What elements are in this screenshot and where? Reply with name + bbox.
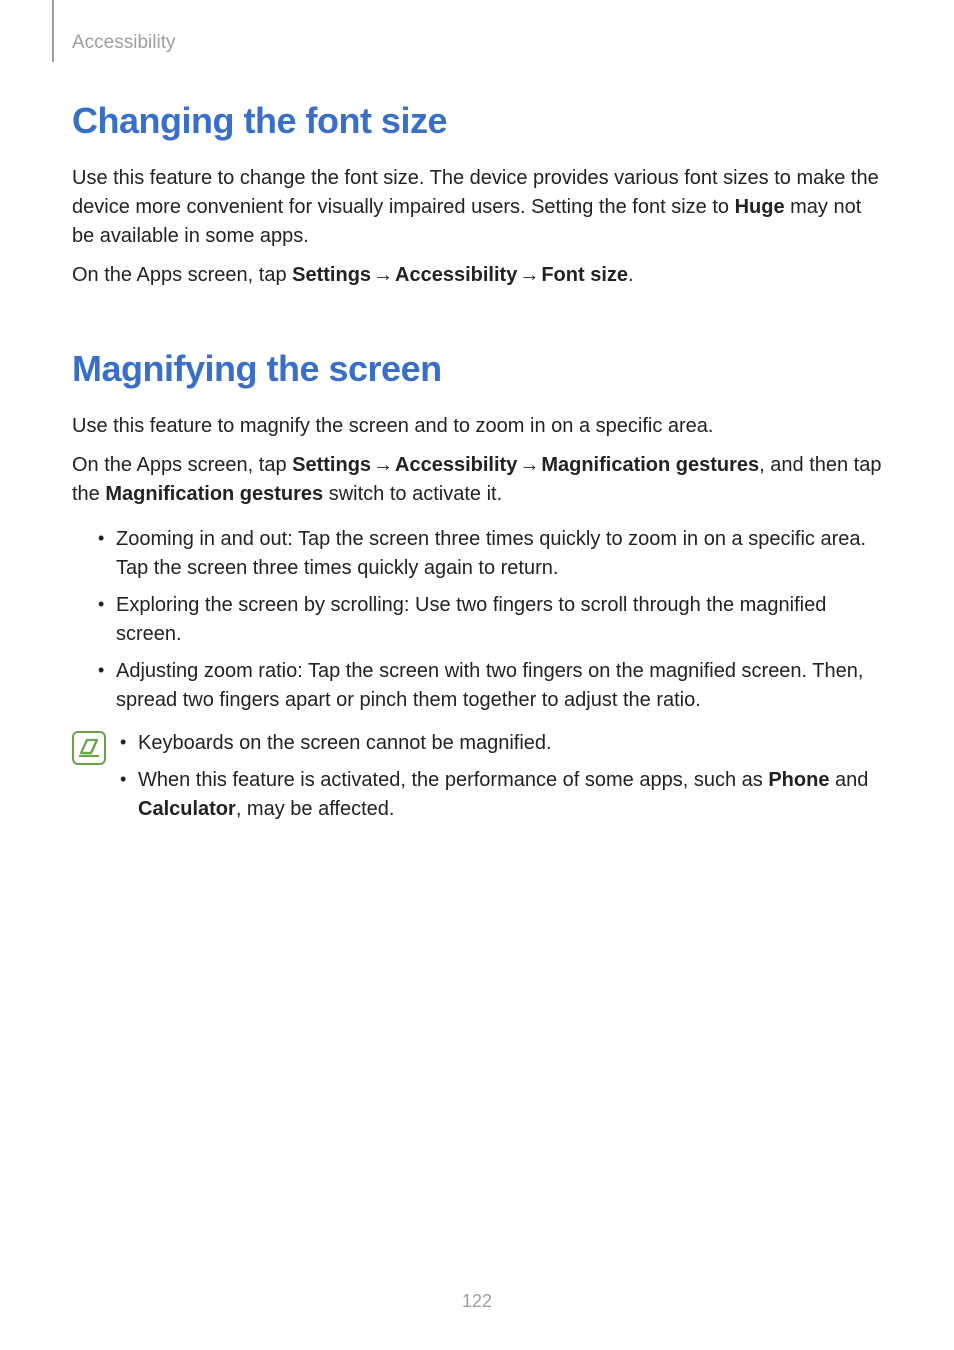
section-font-size: Changing the font size Use this feature … [72, 100, 884, 290]
arrow-icon: → [517, 264, 541, 286]
nav-settings: Settings [292, 264, 371, 286]
nav-accessibility: Accessibility [395, 454, 517, 476]
list-item: When this feature is activated, the perf… [120, 766, 884, 824]
magnifying-description: Use this feature to magnify the screen a… [72, 412, 884, 441]
note-icon [72, 731, 106, 765]
header-divider [52, 0, 54, 62]
section-magnifying: Magnifying the screen Use this feature t… [72, 348, 884, 832]
arrow-icon: → [517, 454, 541, 476]
page-content: Changing the font size Use this feature … [72, 100, 884, 890]
font-size-description: Use this feature to change the font size… [72, 164, 884, 251]
list-item: Adjusting zoom ratio: Tap the screen wit… [98, 657, 884, 715]
text: and [829, 769, 868, 791]
text-bold-magnification-gestures: Magnification gestures [105, 483, 323, 505]
page-number: 122 [0, 1291, 954, 1312]
text: switch to activate it. [323, 483, 502, 505]
list-item: Zooming in and out: Tap the screen three… [98, 525, 884, 583]
nav-font-size: Font size [541, 264, 628, 286]
magnifying-nav: On the Apps screen, tap Settings→Accessi… [72, 451, 884, 509]
note-icon-wrap [72, 731, 106, 765]
section-title-font-size: Changing the font size [72, 100, 884, 142]
arrow-icon: → [371, 454, 395, 476]
note-list: Keyboards on the screen cannot be magnif… [120, 729, 884, 832]
nav-magnification-gestures: Magnification gestures [541, 454, 759, 476]
text-bold-huge: Huge [735, 196, 785, 218]
text-bold-calculator: Calculator [138, 798, 236, 820]
nav-settings: Settings [292, 454, 371, 476]
list-item: Keyboards on the screen cannot be magnif… [120, 729, 884, 758]
header-section-label: Accessibility [72, 32, 175, 54]
font-size-nav: On the Apps screen, tap Settings→Accessi… [72, 261, 884, 290]
text-bold-phone: Phone [768, 769, 829, 791]
nav-accessibility: Accessibility [395, 264, 517, 286]
note-block: Keyboards on the screen cannot be magnif… [72, 729, 884, 832]
section-title-magnifying: Magnifying the screen [72, 348, 884, 390]
arrow-icon: → [371, 264, 395, 286]
text: , may be affected. [236, 798, 395, 820]
text: When this feature is activated, the perf… [138, 769, 768, 791]
text: . [628, 264, 634, 286]
magnifying-bullet-list: Zooming in and out: Tap the screen three… [72, 525, 884, 715]
text: On the Apps screen, tap [72, 454, 292, 476]
text: On the Apps screen, tap [72, 264, 292, 286]
list-item: Exploring the screen by scrolling: Use t… [98, 591, 884, 649]
